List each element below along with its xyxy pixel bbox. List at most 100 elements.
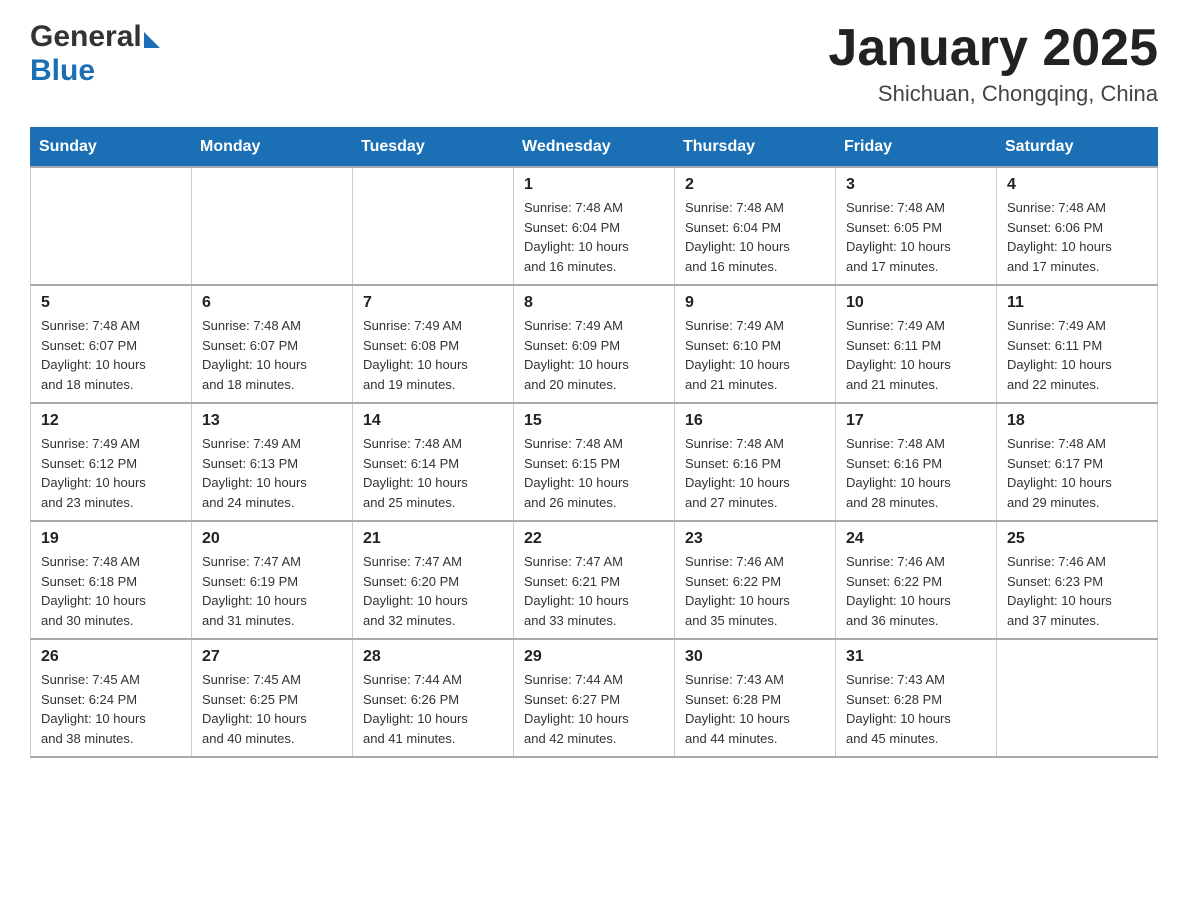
day-info: Sunrise: 7:45 AMSunset: 6:25 PMDaylight:… — [202, 670, 342, 748]
calendar-cell: 24Sunrise: 7:46 AMSunset: 6:22 PMDayligh… — [836, 521, 997, 639]
calendar-cell: 25Sunrise: 7:46 AMSunset: 6:23 PMDayligh… — [997, 521, 1158, 639]
calendar-cell — [31, 167, 192, 285]
calendar-cell: 11 Sunrise: 7:49 AMSunset: 6:11 PMDayligh… — [997, 285, 1158, 403]
day-number: 13 — [202, 412, 342, 430]
calendar-cell: 16 Sunrise: 7:48 AMSunset: 6:16 PMDayligh… — [675, 403, 836, 521]
day-number: 16 — [685, 412, 825, 430]
calendar-cell: 14 Sunrise: 7:48 AMSunset: 6:14 PMDayligh… — [353, 403, 514, 521]
weekday-header-thursday: Thursday — [675, 128, 836, 168]
day-info: Sunrise: 7:49 AMSunset: 6:12 PMDaylight:… — [41, 434, 181, 512]
calendar-cell: 18Sunrise: 7:48 AMSunset: 6:17 PMDayligh… — [997, 403, 1158, 521]
day-info: Sunrise: 7:46 AMSunset: 6:23 PMDaylight:… — [1007, 552, 1147, 630]
calendar-cell: 29Sunrise: 7:44 AMSunset: 6:27 PMDayligh… — [514, 639, 675, 757]
calendar-cell: 27 Sunrise: 7:45 AMSunset: 6:25 PMDayligh… — [192, 639, 353, 757]
calendar-cell: 2 Sunrise: 7:48 AMSunset: 6:04 PMDaylight… — [675, 167, 836, 285]
day-number: 1 — [524, 176, 664, 194]
day-number: 22 — [524, 530, 664, 548]
day-info: Sunrise: 7:49 AMSunset: 6:09 PMDaylight:… — [524, 316, 664, 394]
weekday-header-sunday: Sunday — [31, 128, 192, 168]
day-number: 31 — [846, 648, 986, 666]
calendar-cell: 31 Sunrise: 7:43 AMSunset: 6:28 PMDayligh… — [836, 639, 997, 757]
calendar-cell: 4 Sunrise: 7:48 AMSunset: 6:06 PMDaylight… — [997, 167, 1158, 285]
day-info: Sunrise: 7:48 AMSunset: 6:06 PMDaylight:… — [1007, 198, 1147, 276]
location-text: Shichuan, Chongqing, China — [828, 81, 1158, 107]
day-number: 4 — [1007, 176, 1147, 194]
day-info: Sunrise: 7:48 AMSunset: 6:16 PMDaylight:… — [846, 434, 986, 512]
weekday-header-row: SundayMondayTuesdayWednesdayThursdayFrid… — [31, 128, 1158, 168]
month-title: January 2025 — [828, 20, 1158, 77]
calendar-cell: 28 Sunrise: 7:44 AMSunset: 6:26 PMDayligh… — [353, 639, 514, 757]
day-number: 30 — [685, 648, 825, 666]
calendar-table: SundayMondayTuesdayWednesdayThursdayFrid… — [30, 127, 1158, 758]
day-number: 7 — [363, 294, 503, 312]
day-info: Sunrise: 7:44 AMSunset: 6:27 PMDaylight:… — [524, 670, 664, 748]
day-number: 27 — [202, 648, 342, 666]
day-info: Sunrise: 7:48 AMSunset: 6:15 PMDaylight:… — [524, 434, 664, 512]
calendar-cell: 20 Sunrise: 7:47 AMSunset: 6:19 PMDayligh… — [192, 521, 353, 639]
logo-general-text: General — [30, 20, 142, 54]
day-number: 6 — [202, 294, 342, 312]
calendar-cell: 23Sunrise: 7:46 AMSunset: 6:22 PMDayligh… — [675, 521, 836, 639]
calendar-cell: 1 Sunrise: 7:48 AMSunset: 6:04 PMDaylight… — [514, 167, 675, 285]
logo-blue-text: Blue — [30, 54, 95, 87]
calendar-cell: 10 Sunrise: 7:49 AMSunset: 6:11 PMDayligh… — [836, 285, 997, 403]
calendar-cell: 7 Sunrise: 7:49 AMSunset: 6:08 PMDaylight… — [353, 285, 514, 403]
day-info: Sunrise: 7:46 AMSunset: 6:22 PMDaylight:… — [846, 552, 986, 630]
calendar-cell: 22 Sunrise: 7:47 AMSunset: 6:21 PMDayligh… — [514, 521, 675, 639]
day-info: Sunrise: 7:48 AMSunset: 6:14 PMDaylight:… — [363, 434, 503, 512]
day-number: 14 — [363, 412, 503, 430]
day-info: Sunrise: 7:47 AMSunset: 6:19 PMDaylight:… — [202, 552, 342, 630]
week-row-2: 5Sunrise: 7:48 AMSunset: 6:07 PMDaylight… — [31, 285, 1158, 403]
weekday-header-friday: Friday — [836, 128, 997, 168]
calendar-cell: 6Sunrise: 7:48 AMSunset: 6:07 PMDaylight… — [192, 285, 353, 403]
day-info: Sunrise: 7:47 AMSunset: 6:20 PMDaylight:… — [363, 552, 503, 630]
day-info: Sunrise: 7:47 AMSunset: 6:21 PMDaylight:… — [524, 552, 664, 630]
day-info: Sunrise: 7:48 AMSunset: 6:16 PMDaylight:… — [685, 434, 825, 512]
day-info: Sunrise: 7:49 AMSunset: 6:11 PMDaylight:… — [1007, 316, 1147, 394]
day-number: 20 — [202, 530, 342, 548]
day-number: 10 — [846, 294, 986, 312]
day-info: Sunrise: 7:48 AMSunset: 6:04 PMDaylight:… — [524, 198, 664, 276]
day-info: Sunrise: 7:48 AMSunset: 6:05 PMDaylight:… — [846, 198, 986, 276]
day-number: 21 — [363, 530, 503, 548]
week-row-1: 1 Sunrise: 7:48 AMSunset: 6:04 PMDaylight… — [31, 167, 1158, 285]
day-number: 15 — [524, 412, 664, 430]
calendar-cell: 9Sunrise: 7:49 AMSunset: 6:10 PMDaylight… — [675, 285, 836, 403]
day-number: 8 — [524, 294, 664, 312]
calendar-cell: 30Sunrise: 7:43 AMSunset: 6:28 PMDayligh… — [675, 639, 836, 757]
day-info: Sunrise: 7:49 AMSunset: 6:08 PMDaylight:… — [363, 316, 503, 394]
day-number: 28 — [363, 648, 503, 666]
logo: General Blue — [30, 20, 160, 88]
calendar-cell: 8 Sunrise: 7:49 AMSunset: 6:09 PMDaylight… — [514, 285, 675, 403]
day-number: 2 — [685, 176, 825, 194]
day-info: Sunrise: 7:48 AMSunset: 6:07 PMDaylight:… — [41, 316, 181, 394]
day-info: Sunrise: 7:43 AMSunset: 6:28 PMDaylight:… — [846, 670, 986, 748]
calendar-cell: 17Sunrise: 7:48 AMSunset: 6:16 PMDayligh… — [836, 403, 997, 521]
calendar-cell: 19Sunrise: 7:48 AMSunset: 6:18 PMDayligh… — [31, 521, 192, 639]
logo-arrow-icon — [144, 32, 160, 48]
weekday-header-monday: Monday — [192, 128, 353, 168]
weekday-header-tuesday: Tuesday — [353, 128, 514, 168]
calendar-cell — [997, 639, 1158, 757]
weekday-header-saturday: Saturday — [997, 128, 1158, 168]
calendar-cell: 21 Sunrise: 7:47 AMSunset: 6:20 PMDayligh… — [353, 521, 514, 639]
day-info: Sunrise: 7:49 AMSunset: 6:10 PMDaylight:… — [685, 316, 825, 394]
weekday-header-wednesday: Wednesday — [514, 128, 675, 168]
calendar-cell: 13 Sunrise: 7:49 AMSunset: 6:13 PMDayligh… — [192, 403, 353, 521]
day-number: 26 — [41, 648, 181, 666]
week-row-5: 26Sunrise: 7:45 AMSunset: 6:24 PMDayligh… — [31, 639, 1158, 757]
day-info: Sunrise: 7:44 AMSunset: 6:26 PMDaylight:… — [363, 670, 503, 748]
day-info: Sunrise: 7:48 AMSunset: 6:04 PMDaylight:… — [685, 198, 825, 276]
week-row-3: 12 Sunrise: 7:49 AMSunset: 6:12 PMDayligh… — [31, 403, 1158, 521]
day-info: Sunrise: 7:49 AMSunset: 6:13 PMDaylight:… — [202, 434, 342, 512]
day-number: 11 — [1007, 294, 1147, 312]
day-info: Sunrise: 7:48 AMSunset: 6:17 PMDaylight:… — [1007, 434, 1147, 512]
calendar-cell: 3 Sunrise: 7:48 AMSunset: 6:05 PMDaylight… — [836, 167, 997, 285]
calendar-cell — [353, 167, 514, 285]
day-number: 12 — [41, 412, 181, 430]
title-block: January 2025 Shichuan, Chongqing, China — [828, 20, 1158, 107]
day-number: 3 — [846, 176, 986, 194]
day-number: 23 — [685, 530, 825, 548]
page-header: General Blue January 2025 Shichuan, Chon… — [30, 20, 1158, 107]
day-info: Sunrise: 7:49 AMSunset: 6:11 PMDaylight:… — [846, 316, 986, 394]
